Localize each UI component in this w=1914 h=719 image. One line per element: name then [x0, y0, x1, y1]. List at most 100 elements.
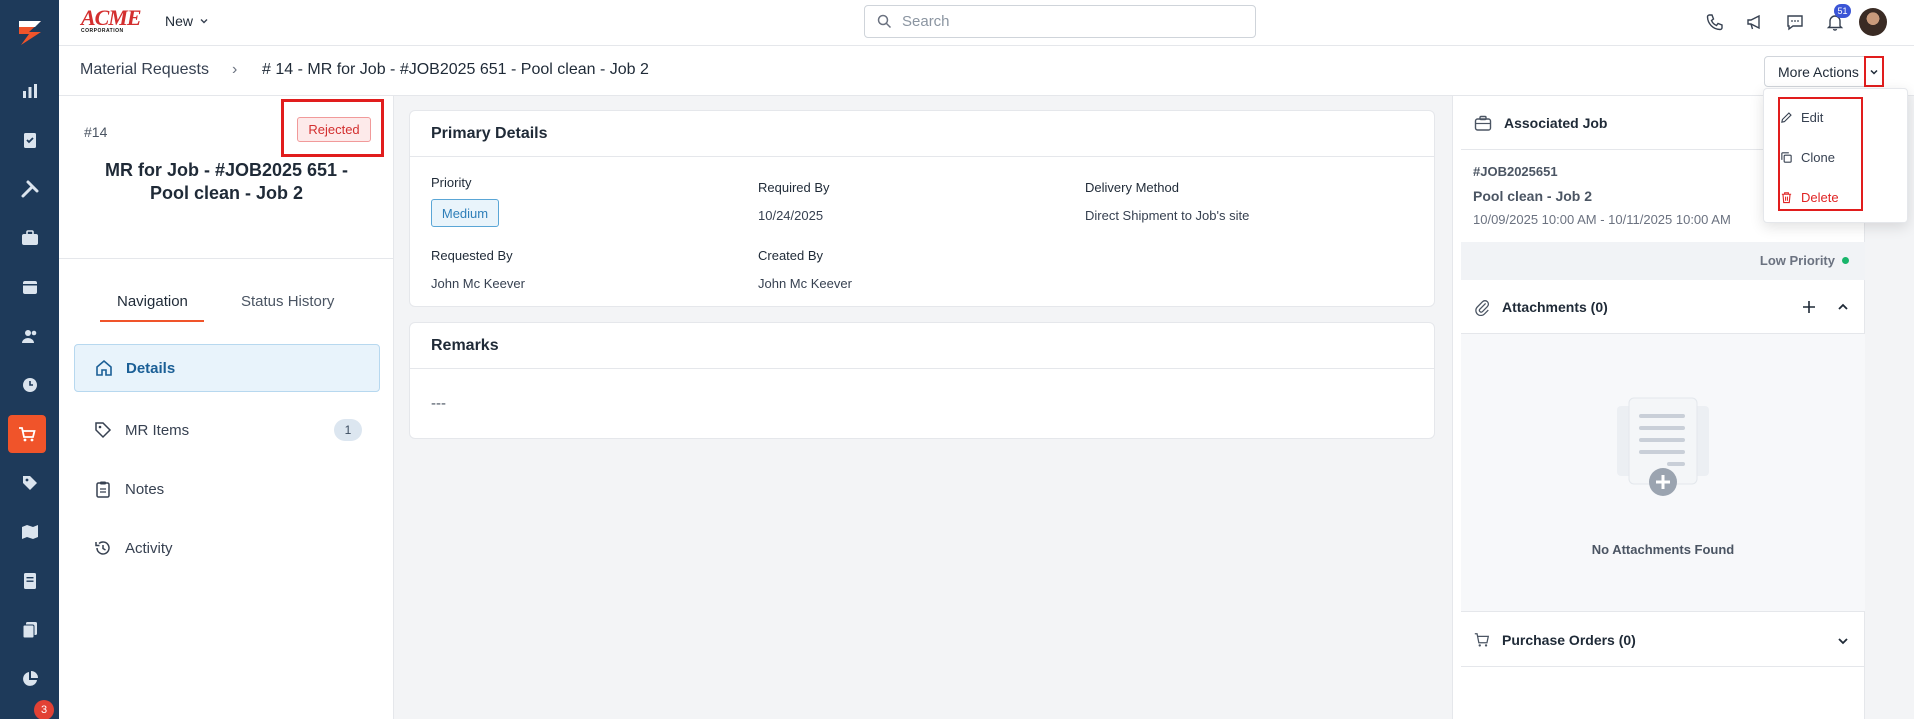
reports-icon[interactable]	[0, 70, 59, 112]
purchase-orders-header[interactable]: Purchase Orders (0)	[1461, 613, 1865, 667]
tools-icon[interactable]	[0, 168, 59, 210]
tab-status-history[interactable]: Status History	[241, 293, 334, 310]
no-attachments-text: No Attachments Found	[1591, 542, 1735, 557]
breadcrumb-separator: ›	[232, 61, 238, 78]
nav-item-label: Activity	[125, 539, 173, 557]
priority-label: Priority	[431, 175, 472, 190]
rail-notification-badge: 3	[34, 700, 54, 719]
nav-item-notes[interactable]: Notes	[74, 465, 380, 513]
mr-items-count-badge: 1	[334, 419, 362, 441]
nav-item-label: MR Items	[125, 421, 190, 439]
tab-navigation[interactable]: Navigation	[117, 293, 188, 310]
required-by-label: Required By	[758, 180, 830, 195]
brand-logo[interactable]: ACME CORPORATION	[81, 7, 143, 35]
menu-item-edit[interactable]: Edit	[1780, 106, 1823, 128]
attachments-header: Attachments (0)	[1461, 280, 1865, 334]
pencil-icon	[1781, 111, 1792, 123]
status-badge: Rejected	[297, 117, 371, 142]
nav-item-details[interactable]: Details	[74, 344, 380, 392]
app-logo-icon[interactable]	[0, 0, 59, 64]
delivery-method-label: Delivery Method	[1085, 180, 1179, 195]
request-summary-panel: #14 Rejected MR for Job - #JOB2025 651 -…	[59, 96, 394, 719]
job-name: Pool clean - Job 2	[1473, 188, 1593, 204]
new-menu-button[interactable]: New	[165, 13, 209, 29]
job-priority-strip: Low Priority	[1461, 242, 1865, 280]
chevron-down-icon	[1870, 69, 1878, 75]
priority-status-dot	[1842, 257, 1849, 264]
home-icon	[96, 359, 112, 376]
trash-icon	[1781, 191, 1792, 203]
more-actions-toggle[interactable]	[1864, 56, 1884, 87]
nav-item-activity[interactable]: Activity	[74, 524, 380, 572]
nav-item-label: Details	[126, 359, 176, 377]
chevron-down-icon[interactable]	[1836, 634, 1850, 648]
chevron-up-icon[interactable]	[1836, 300, 1850, 314]
more-actions-menu: Edit Clone Delete	[1763, 88, 1908, 223]
primary-details-heading: Primary Details	[410, 111, 1434, 157]
new-menu-label: New	[165, 13, 194, 29]
chat-icon[interactable]	[1783, 10, 1807, 34]
copy-icon	[1781, 151, 1792, 163]
history-icon	[95, 541, 110, 555]
requested-by-label: Requested By	[431, 248, 513, 263]
top-header: ACME CORPORATION New 51	[59, 0, 1914, 46]
paperclip-icon	[1475, 299, 1490, 316]
notification-count-badge: 51	[1834, 4, 1851, 18]
search-input[interactable]	[902, 13, 1232, 30]
map-icon[interactable]	[0, 511, 59, 553]
menu-item-clone[interactable]: Clone	[1780, 146, 1835, 168]
active-tab-indicator	[100, 320, 204, 322]
timesheet-clock-icon[interactable]	[0, 364, 59, 406]
job-dates: 10/09/2025 10:00 AM - 10/11/2025 10:00 A…	[1473, 212, 1731, 227]
tasks-icon[interactable]	[0, 119, 59, 161]
calendar-icon[interactable]	[0, 266, 59, 308]
jobs-briefcase-icon[interactable]	[0, 217, 59, 259]
cart-icon	[1474, 632, 1490, 647]
brand-name: ACME	[81, 5, 142, 30]
user-avatar[interactable]	[1859, 8, 1887, 36]
remarks-card: Remarks ---	[409, 322, 1435, 439]
request-number: #14	[84, 124, 108, 140]
tag-icon	[95, 422, 112, 439]
invoices-icon[interactable]	[0, 560, 59, 602]
job-priority-text: Low Priority	[1759, 253, 1835, 268]
app-rail: 3	[0, 0, 59, 719]
breadcrumb: Material Requests › # 14 - MR for Job - …	[59, 46, 1914, 96]
divider	[59, 258, 394, 259]
breadcrumb-current: # 14 - MR for Job - #JOB2025 651 - Pool …	[262, 61, 649, 78]
attachments-heading: Attachments (0)	[1502, 298, 1608, 315]
menu-item-label: Delete	[1801, 189, 1839, 205]
analytics-pie-icon[interactable]	[0, 658, 59, 700]
remarks-value: ---	[431, 395, 446, 412]
primary-details-card: Primary Details Priority Medium Required…	[409, 110, 1435, 307]
remarks-heading: Remarks	[410, 323, 1434, 369]
menu-item-label: Edit	[1801, 109, 1824, 125]
job-id-link[interactable]: #JOB2025651	[1473, 164, 1558, 179]
chevron-down-icon	[200, 19, 208, 24]
created-by-value: John Mc Keever	[758, 276, 852, 291]
global-search[interactable]	[864, 5, 1256, 38]
briefcase-icon	[1474, 115, 1492, 131]
nav-item-mr-items[interactable]: MR Items 1	[74, 406, 380, 454]
empty-document-illustration-icon	[1617, 397, 1709, 496]
more-actions-button[interactable]: More Actions	[1764, 56, 1875, 87]
delivery-method-value: Direct Shipment to Job's site	[1085, 208, 1250, 223]
pricing-tag-icon[interactable]	[0, 462, 59, 504]
search-icon	[877, 14, 892, 29]
breadcrumb-root-link[interactable]: Material Requests	[80, 61, 209, 79]
phone-icon[interactable]	[1703, 10, 1727, 34]
add-attachment-plus-icon[interactable]	[1801, 299, 1817, 315]
priority-badge: Medium	[431, 199, 499, 227]
requested-by-value: John Mc Keever	[431, 276, 525, 291]
created-by-label: Created By	[758, 248, 824, 263]
menu-item-delete[interactable]: Delete	[1780, 186, 1839, 208]
customers-icon[interactable]	[0, 315, 59, 357]
nav-item-label: Notes	[125, 480, 165, 498]
megaphone-icon[interactable]	[1743, 10, 1767, 34]
request-title: MR for Job - #JOB2025 651 - Pool clean -…	[104, 160, 349, 203]
menu-item-label: Clone	[1801, 149, 1835, 165]
material-requests-cart-icon[interactable]	[8, 415, 46, 453]
clipboard-icon	[96, 481, 110, 498]
associated-job-heading: Associated Job	[1504, 114, 1608, 131]
documents-icon[interactable]	[0, 609, 59, 651]
